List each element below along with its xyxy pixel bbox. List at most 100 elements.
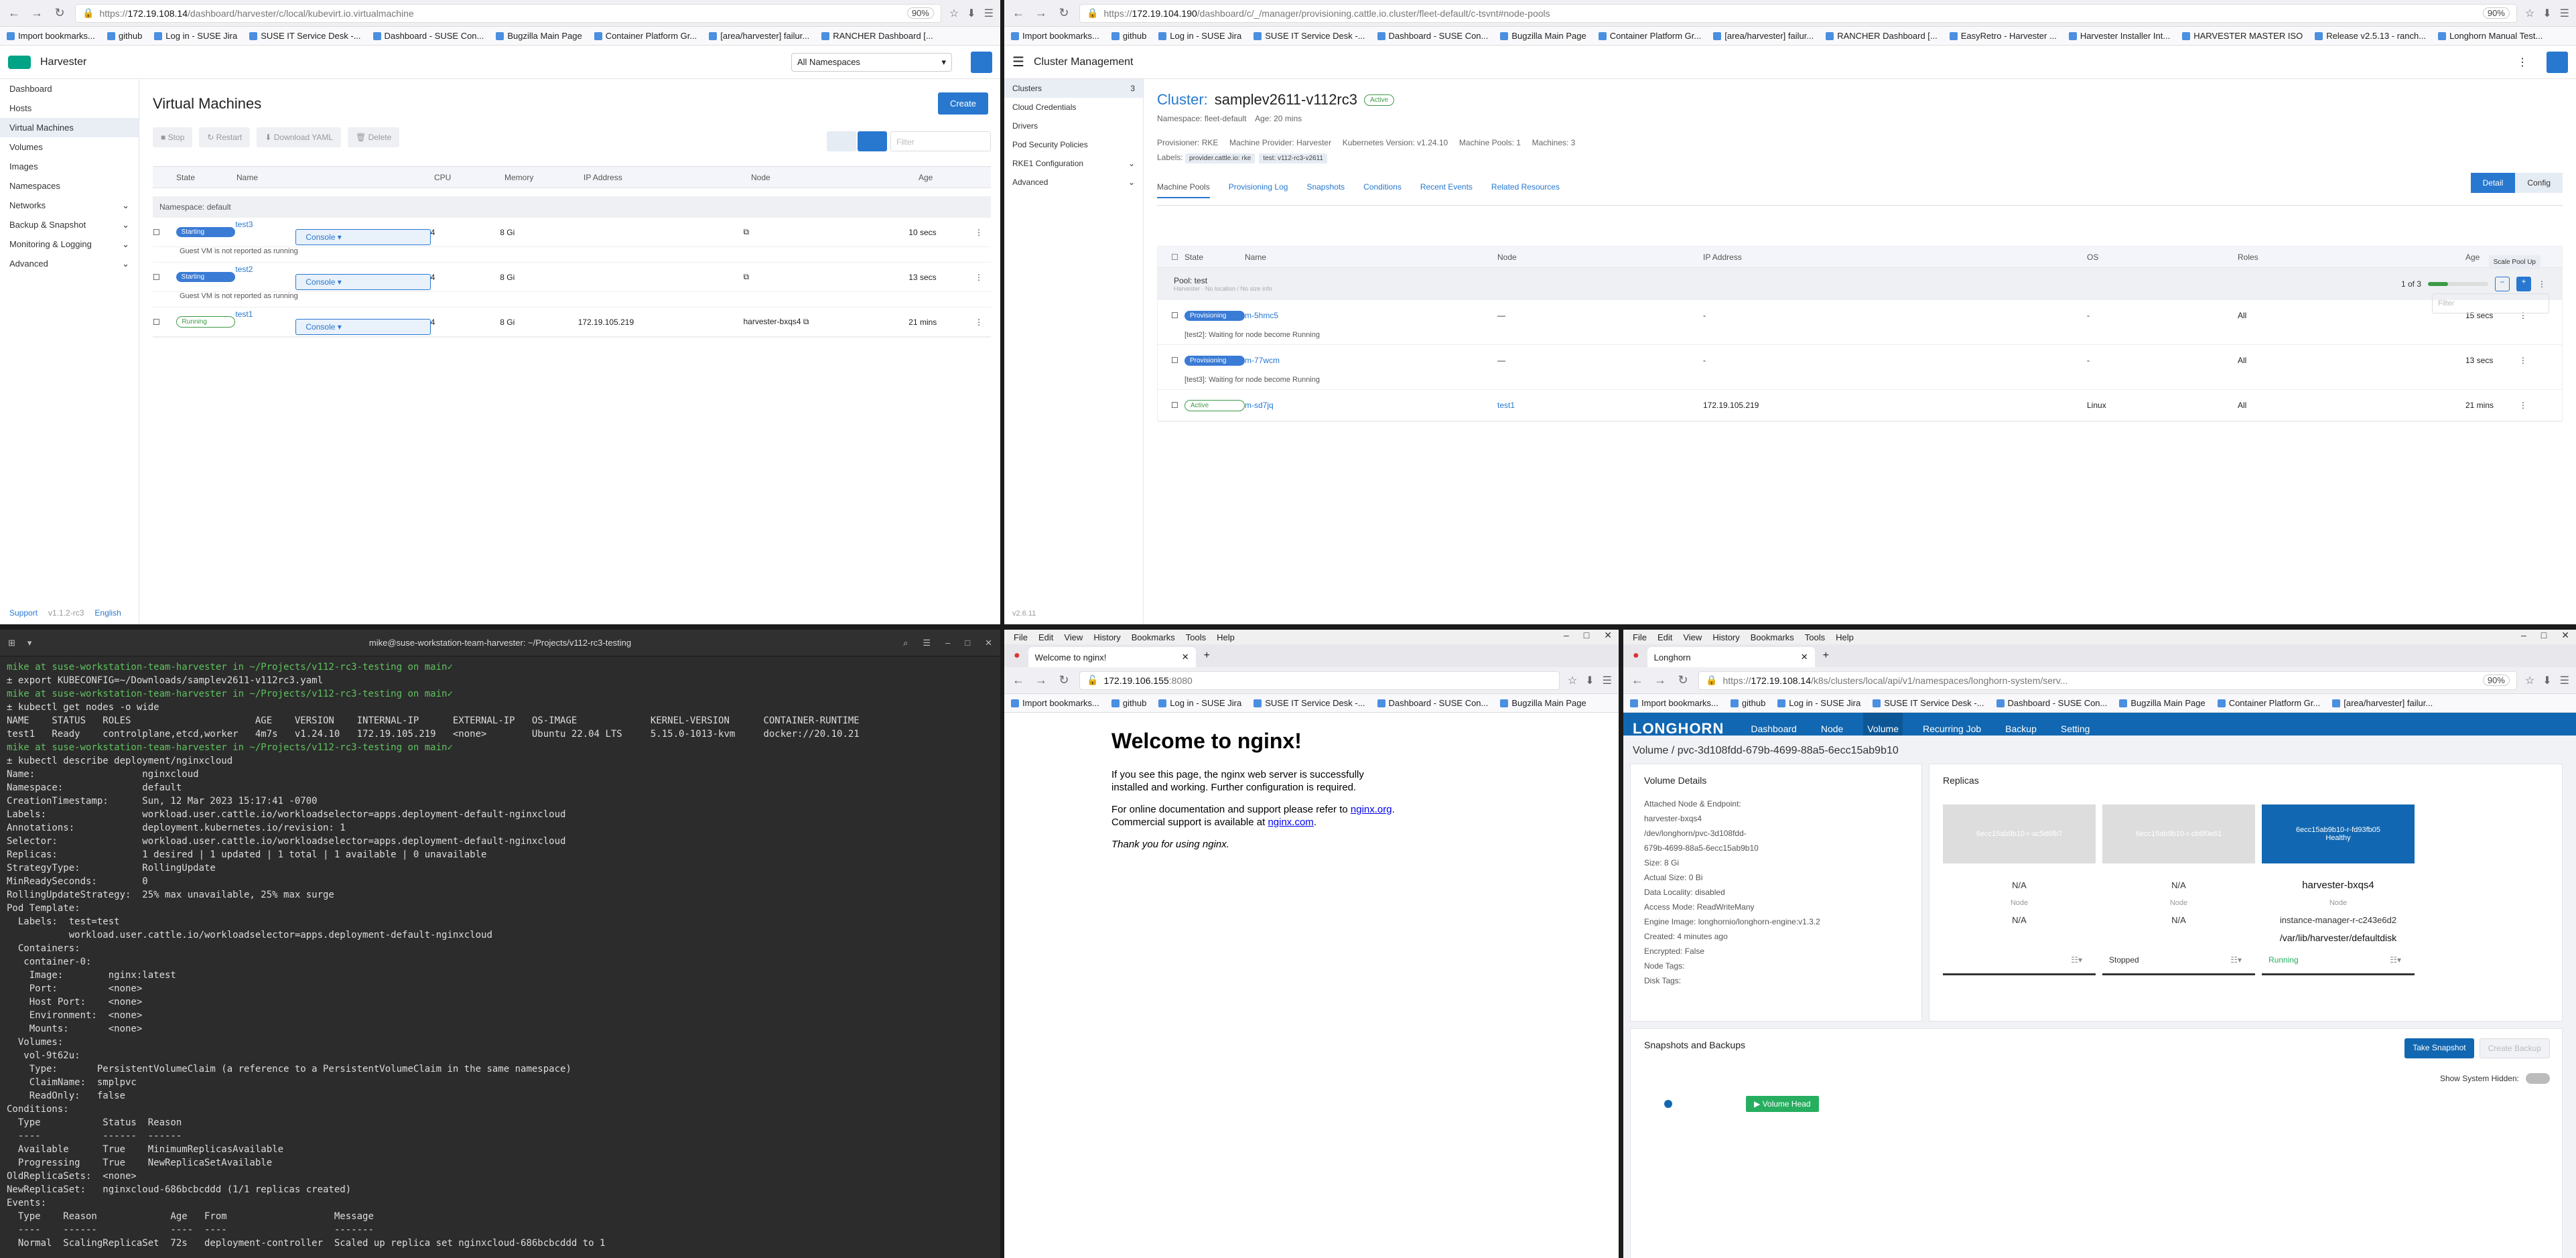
bookmark-item[interactable]: EasyRetro - Harvester ... xyxy=(1949,31,2057,41)
tab-machine-pools[interactable]: Machine Pools xyxy=(1157,182,1210,198)
sidebar-item-virtual-machines[interactable]: Virtual Machines xyxy=(0,118,139,137)
bookmark-item[interactable]: Import bookmarks... xyxy=(7,31,95,41)
row-menu-icon[interactable]: ⋮ xyxy=(975,273,991,282)
forward-icon[interactable]: → xyxy=(1653,673,1668,687)
maximize-icon[interactable]: □ xyxy=(2541,630,2547,641)
menu-history[interactable]: History xyxy=(1712,632,1739,642)
column-header-name[interactable]: Name xyxy=(1245,253,1497,262)
sidebar-item-drivers[interactable]: Drivers xyxy=(1004,117,1143,135)
bookmark-item[interactable]: Container Platform Gr... xyxy=(1598,31,1701,41)
filter-input[interactable]: Filter xyxy=(890,131,991,151)
console-button[interactable]: Console ▾ xyxy=(295,318,431,335)
bookmark-item[interactable]: [area/harvester] failur... xyxy=(709,31,809,41)
sidebar-item-advanced[interactable]: Advanced ⌄ xyxy=(1004,173,1143,192)
vm-name-link[interactable]: test3 xyxy=(235,220,430,229)
menu-help[interactable]: Help xyxy=(1836,632,1854,642)
tab-related-resources[interactable]: Related Resources xyxy=(1491,182,1560,198)
minimize-icon[interactable]: – xyxy=(2521,630,2526,641)
restart-button[interactable]: ↻ Restart xyxy=(199,127,251,147)
sidebar-item-dashboard[interactable]: Dashboard xyxy=(0,79,139,98)
menu-bookmarks[interactable]: Bookmarks xyxy=(1751,632,1794,642)
row-menu-icon[interactable]: ⋮ xyxy=(2519,401,2527,410)
bookmark-item[interactable]: github xyxy=(107,31,142,41)
column-header-state[interactable]: State xyxy=(1184,253,1245,262)
tab-snapshots[interactable]: Snapshots xyxy=(1306,182,1345,198)
bookmark-item[interactable]: SUSE IT Service Desk -... xyxy=(1253,698,1365,708)
list-view-icon[interactable] xyxy=(827,131,856,151)
bookmark-item[interactable]: Import bookmarks... xyxy=(1011,698,1099,708)
bookmark-item[interactable]: RANCHER Dashboard [... xyxy=(1826,31,1938,41)
bookmark-item[interactable]: Bugzilla Main Page xyxy=(1500,698,1586,708)
tab-nginx[interactable]: Welcome to nginx! ✕ xyxy=(1028,647,1196,667)
row-checkbox[interactable]: ☐ xyxy=(1171,311,1184,320)
menu-history[interactable]: History xyxy=(1093,632,1120,642)
bookmark-item[interactable]: HARVESTER MASTER ISO xyxy=(2182,31,2303,41)
url-bar[interactable]: 🔓 172.19.106.155:8080 xyxy=(1079,671,1560,690)
bookmark-item[interactable]: Log in - SUSE Jira xyxy=(1158,698,1241,708)
column-header-ip-address[interactable]: IP Address xyxy=(584,173,751,182)
reload-icon[interactable]: ↻ xyxy=(1057,673,1071,687)
tab-provisioning-log[interactable]: Provisioning Log xyxy=(1229,182,1288,198)
hamburger-menu-icon[interactable]: ☰ xyxy=(1012,54,1024,70)
group-view-icon[interactable] xyxy=(858,131,887,151)
delete-button[interactable]: 🗑 Delete xyxy=(348,127,400,147)
console-button[interactable]: Console ▾ xyxy=(295,228,431,245)
filter-input[interactable]: Filter xyxy=(2432,293,2549,313)
row-checkbox[interactable]: ☐ xyxy=(153,273,176,282)
column-header-state[interactable]: State xyxy=(176,173,236,182)
tab-recent-events[interactable]: Recent Events xyxy=(1420,182,1473,198)
detail-button[interactable]: Detail xyxy=(2470,173,2516,193)
more-options-icon[interactable]: ⋮ xyxy=(2517,56,2528,69)
maximize-icon[interactable]: □ xyxy=(965,638,970,648)
select-all-checkbox[interactable]: ☐ xyxy=(1171,253,1184,262)
column-header-os[interactable]: OS xyxy=(2087,253,2238,262)
bookmark-item[interactable]: Dashboard - SUSE Con... xyxy=(1377,31,1488,41)
machine-name-link[interactable]: m-5hmc5 xyxy=(1245,311,1497,320)
maximize-icon[interactable]: □ xyxy=(1584,630,1589,641)
bookmark-item[interactable]: Container Platform Gr... xyxy=(2217,698,2320,708)
row-checkbox[interactable]: ☐ xyxy=(153,318,176,327)
bookmark-item[interactable]: Dashboard - SUSE Con... xyxy=(1377,698,1488,708)
back-icon[interactable]: ← xyxy=(1011,673,1026,687)
column-header-cpu[interactable]: CPU xyxy=(434,173,504,182)
column-header-node[interactable]: Node xyxy=(751,173,919,182)
scale-up-button[interactable]: + Scale Pool Up xyxy=(2488,255,2540,291)
more-icon[interactable]: ⋮ xyxy=(2538,279,2546,289)
replica-menu-icon[interactable]: ☷▾ xyxy=(2230,955,2242,965)
tab-conditions[interactable]: Conditions xyxy=(1363,182,1402,198)
menu-view[interactable]: View xyxy=(1064,632,1083,642)
close-tab-icon[interactable]: ✕ xyxy=(1182,652,1189,662)
view-mode-toggle[interactable]: Detail Config xyxy=(2470,173,2563,193)
firefox-view-icon[interactable]: ● xyxy=(1010,650,1024,667)
terminal-output[interactable]: mike at suse-workstation-team-harvester … xyxy=(0,656,1000,1258)
sidebar-item-hosts[interactable]: Hosts xyxy=(0,98,139,118)
menu-edit[interactable]: Edit xyxy=(1038,632,1053,642)
bookmark-item[interactable]: Bugzilla Main Page xyxy=(496,31,582,41)
column-header-ip-address[interactable]: IP Address xyxy=(1703,253,2087,262)
column-header-age[interactable]: Age xyxy=(919,173,986,182)
close-icon[interactable]: ✕ xyxy=(2561,630,2569,641)
create-button[interactable]: Create xyxy=(937,92,988,115)
row-menu-icon[interactable]: ⋮ xyxy=(2519,356,2527,365)
bookmark-item[interactable]: RANCHER Dashboard [... xyxy=(821,31,933,41)
sidebar-item-images[interactable]: Images xyxy=(0,157,139,176)
bookmark-item[interactable]: Dashboard - SUSE Con... xyxy=(1996,698,2107,708)
breadcrumb-volume[interactable]: Volume xyxy=(1633,745,1668,756)
sidebar-item-monitoring-logging[interactable]: Monitoring & Logging ⌄ xyxy=(0,234,139,254)
url-bar[interactable]: 🔒 https://172.19.104.190/dashboard/c/_/m… xyxy=(1079,3,2517,23)
menu-icon[interactable]: ☰ xyxy=(923,638,931,648)
stop-button[interactable]: ■ Stop xyxy=(153,127,193,147)
back-icon[interactable]: ← xyxy=(1011,6,1026,20)
bookmark-item[interactable]: github xyxy=(1111,31,1146,41)
close-icon[interactable]: ✕ xyxy=(985,638,992,648)
support-link[interactable]: Support xyxy=(9,608,38,618)
sidebar-item-backup-snapshot[interactable]: Backup & Snapshot ⌄ xyxy=(0,215,139,234)
scale-down-button[interactable]: − xyxy=(2495,277,2510,291)
toolbar-extensions[interactable]: ☆ ⬇ ☰ xyxy=(949,7,994,20)
back-icon[interactable]: ← xyxy=(7,6,21,20)
create-backup-button[interactable]: Create Backup xyxy=(2479,1038,2550,1058)
show-hidden-toggle[interactable] xyxy=(2526,1073,2550,1084)
menu-edit[interactable]: Edit xyxy=(1657,632,1672,642)
row-checkbox[interactable]: ☐ xyxy=(1171,356,1184,365)
sidebar-item-volumes[interactable]: Volumes xyxy=(0,137,139,157)
